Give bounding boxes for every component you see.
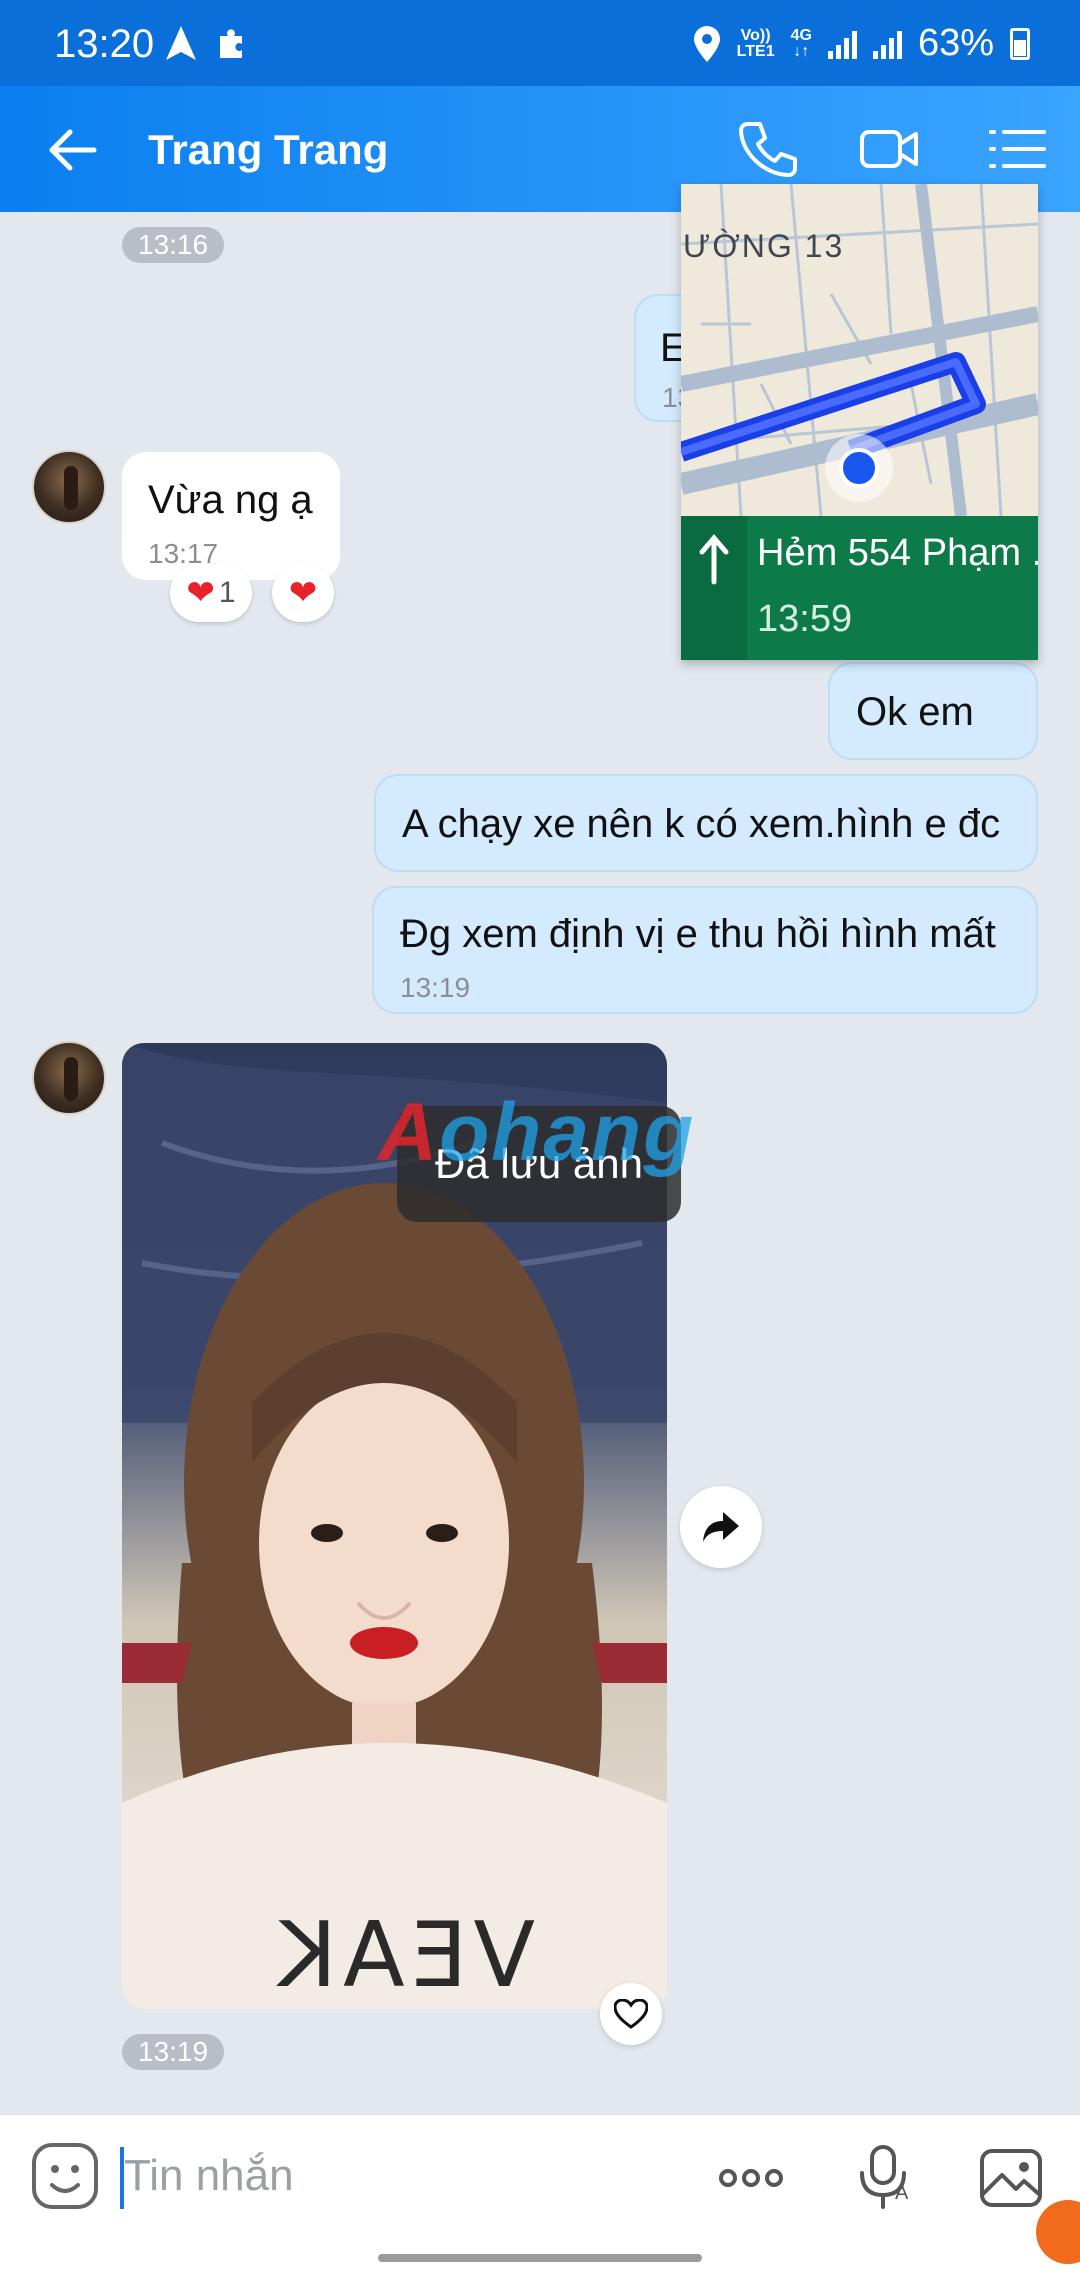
like-button[interactable] <box>600 1983 662 2045</box>
straight-arrow-icon <box>699 534 729 585</box>
signal-bars-icon-2 <box>872 29 902 59</box>
share-button[interactable] <box>680 1486 762 1568</box>
contact-name[interactable]: Trang Trang <box>148 126 388 174</box>
time-separator: 13:16 <box>122 227 225 263</box>
time-separator: 13:19 <box>122 2034 225 2070</box>
message-text: A chạy xe nên k có xem.hình e đc <box>402 802 1001 846</box>
avatar[interactable] <box>32 1041 106 1115</box>
svg-text:A: A <box>895 2182 909 2204</box>
voice-to-text-icon[interactable]: A <box>850 2143 920 2213</box>
nav-time: 13:59 <box>757 598 853 640</box>
phone-icon[interactable] <box>736 118 798 180</box>
status-time: 13:20 <box>54 22 155 66</box>
react-button[interactable]: ❤ <box>272 564 334 622</box>
battery-percent: 63% <box>917 22 994 64</box>
data-indicator: 4G ↓↑ <box>790 26 812 60</box>
message-bubble-outgoing[interactable]: Đg xem định vị e thu hồi hình mất 13:19 <box>372 886 1038 1014</box>
message-input[interactable] <box>124 2141 684 2211</box>
navigation-mini-window[interactable]: ƯỜNG 13 Hẻm 554 Phạm ... 13:59 <box>681 184 1038 660</box>
navigation-arrow-icon <box>166 26 196 60</box>
heart-icon: ❤ <box>288 574 318 612</box>
location-pin-icon <box>693 25 720 62</box>
heart-outline-icon <box>614 1999 648 2029</box>
map-street-label: ƯỜNG 13 <box>683 228 845 264</box>
navigation-instruction[interactable]: Hẻm 554 Phạm ... 13:59 <box>681 516 1038 660</box>
nav-address: Hẻm 554 Phạm ... <box>757 532 1038 574</box>
status-bar: 13:20 Vo)) LTE1 4G ↓↑ 63% <box>0 0 1080 86</box>
map-view[interactable]: ƯỜNG 13 <box>681 184 1038 517</box>
avatar[interactable] <box>32 450 106 524</box>
heart-icon: ❤ <box>186 574 215 612</box>
reaction-count[interactable]: ❤ 1 <box>170 564 252 622</box>
sweater-print: VEAK <box>272 1903 536 2008</box>
more-options-icon[interactable] <box>716 2143 786 2213</box>
status-left-icons <box>166 26 248 60</box>
signal-bars-icon <box>827 29 857 59</box>
forward-arrow-icon <box>703 1512 739 1542</box>
menu-list-icon[interactable] <box>986 118 1048 180</box>
volte-indicator: Vo)) LTE1 <box>736 26 775 60</box>
gallery-image-icon[interactable] <box>976 2143 1046 2213</box>
battery-icon <box>1010 27 1030 60</box>
direction-panel <box>681 516 747 660</box>
sticker-icon[interactable] <box>30 2141 100 2211</box>
gesture-home-bar[interactable] <box>378 2254 702 2262</box>
message-bubble-incoming[interactable]: Vừa ng ạ 13:17 <box>122 452 340 580</box>
message-text: Ok em <box>856 690 974 734</box>
status-right-icons: Vo)) LTE1 4G ↓↑ 63% <box>693 22 1030 65</box>
puzzle-icon <box>220 29 242 58</box>
message-text: Đg xem định vị e thu hồi hình mất <box>400 912 996 956</box>
message-bubble-outgoing[interactable]: A chạy xe nên k có xem.hình e đc <box>374 774 1038 872</box>
message-text: Vừa ng ạ <box>148 478 313 522</box>
watermark-logo: Aohang <box>378 1087 696 1178</box>
message-time: 13:19 <box>400 972 471 1003</box>
video-call-icon[interactable] <box>858 118 920 180</box>
back-arrow-icon[interactable] <box>44 122 100 178</box>
message-bubble-outgoing[interactable]: Ok em <box>828 662 1038 760</box>
